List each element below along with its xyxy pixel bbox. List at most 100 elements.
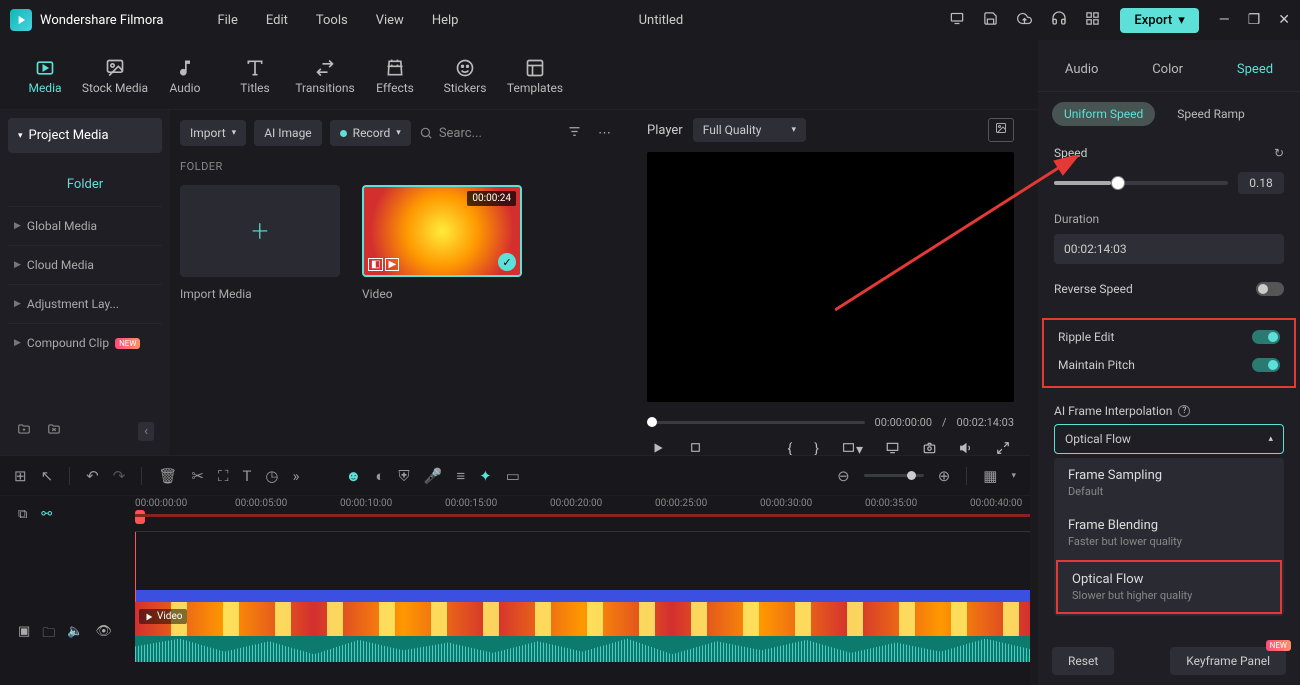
track-video-icon[interactable]: ▣ — [18, 624, 30, 662]
new-folder-icon[interactable] — [16, 422, 32, 441]
import-media-thumb[interactable]: + — [180, 185, 340, 277]
grid-icon[interactable] — [1085, 11, 1100, 30]
interpolation-select[interactable]: Optical Flow ▴ — [1054, 424, 1284, 454]
props-tab-color[interactable]: Color — [1144, 58, 1191, 81]
duration-field[interactable]: 00:02:14:03 — [1054, 234, 1284, 264]
mic-icon[interactable]: 🎤 — [424, 467, 443, 485]
props-tab-speed[interactable]: Speed — [1229, 58, 1281, 81]
maximize-button[interactable]: ❐ — [1248, 12, 1261, 28]
shield-icon[interactable]: ⛨ — [398, 467, 409, 485]
save-icon[interactable] — [983, 11, 998, 30]
sidebar-item-adjustment-layer[interactable]: ▶Adjustment Lay... — [8, 284, 162, 323]
info-icon[interactable]: ? — [1178, 405, 1190, 417]
cut-icon[interactable]: ✂ — [191, 467, 204, 485]
import-button[interactable]: Import▾ — [180, 120, 246, 146]
tl-chevron-icon[interactable]: ▾ — [1011, 471, 1016, 481]
timeline-ruler[interactable]: 00:00:00:00 00:00:05:00 00:00:10:00 00:0… — [135, 496, 1030, 532]
reset-speed-icon[interactable]: ↻ — [1274, 146, 1284, 160]
maintain-pitch-toggle[interactable] — [1252, 358, 1280, 372]
undo-icon[interactable]: ↶ — [86, 467, 99, 485]
collapse-icon[interactable]: ‹ — [138, 422, 154, 441]
zoom-in-icon[interactable]: ⊕ — [938, 467, 951, 485]
menu-view[interactable]: View — [362, 13, 418, 28]
ripple-edit-toggle[interactable] — [1252, 330, 1280, 344]
speed-value[interactable]: 0.18 — [1238, 172, 1284, 194]
keyframe-panel-button[interactable]: Keyframe Panel NEW — [1170, 647, 1286, 675]
redo-icon[interactable]: ↷ — [113, 467, 126, 485]
zoom-out-icon[interactable]: ⊖ — [837, 467, 850, 485]
tl-cursor-icon[interactable]: ↖ — [41, 467, 54, 485]
adjust-icon[interactable]: ≡ — [456, 467, 465, 485]
cloud-icon[interactable] — [1016, 11, 1033, 30]
layout-icon[interactable]: ▦ — [983, 467, 997, 485]
playhead[interactable] — [135, 510, 145, 524]
tab-templates[interactable]: Templates — [500, 55, 570, 95]
video-thumb[interactable]: 00:00:24 ◧▶ ✓ — [362, 185, 522, 277]
dropdown-item-optical-flow[interactable]: Optical Flow Slower but higher quality — [1056, 560, 1282, 614]
timeline-tracks[interactable]: Video — [135, 532, 1030, 662]
zoom-slider[interactable] — [864, 474, 924, 477]
track-mute-icon[interactable]: 🔈 — [67, 624, 83, 662]
marker-icon[interactable]: ✦ — [479, 467, 492, 485]
quality-select[interactable]: Full Quality ▾ — [693, 118, 806, 142]
close-button[interactable]: ✕ — [1278, 12, 1290, 28]
tab-stickers[interactable]: Stickers — [430, 55, 500, 95]
minimize-button[interactable]: — — [1219, 12, 1230, 28]
speed-slider[interactable] — [1054, 181, 1228, 185]
timeline-audio-clip[interactable] — [135, 636, 1030, 662]
crop-icon[interactable]: ⛶ — [218, 467, 229, 485]
sidebar-item-cloud-media[interactable]: ▶Cloud Media — [8, 245, 162, 284]
props-tab-audio[interactable]: Audio — [1057, 58, 1106, 81]
reset-button[interactable]: Reset — [1052, 647, 1114, 675]
tab-transitions[interactable]: Transitions — [290, 55, 360, 95]
menu-file[interactable]: File — [203, 13, 251, 28]
mask-icon[interactable]: ▭ — [506, 467, 520, 485]
color-tool-icon[interactable]: ◐ — [375, 467, 384, 485]
ai-image-button[interactable]: AI Image — [254, 120, 321, 146]
subtab-speed-ramp[interactable]: Speed Ramp — [1165, 102, 1257, 126]
track-folder-icon[interactable]: 🗀 — [42, 624, 55, 662]
subtab-uniform-speed[interactable]: Uniform Speed — [1052, 102, 1155, 126]
tab-effects[interactable]: Effects — [360, 55, 430, 95]
reverse-speed-toggle[interactable] — [1256, 282, 1284, 296]
tab-stock-media[interactable]: Stock Media — [80, 55, 150, 95]
menu-help[interactable]: Help — [418, 13, 473, 28]
menu-edit[interactable]: Edit — [252, 13, 302, 28]
effects-icon — [360, 55, 430, 81]
folder-tab[interactable]: Folder — [8, 163, 162, 206]
timeline-clip-header[interactable] — [135, 590, 1030, 602]
tl-options-icon[interactable]: ⊞ — [14, 467, 27, 485]
filter-icon[interactable] — [563, 124, 586, 143]
dropdown-item-frame-blending[interactable]: Frame Blending Faster but lower quality — [1054, 508, 1284, 558]
chevron-right-icon: ▶ — [14, 338, 21, 348]
project-media-button[interactable]: ▾ Project Media — [8, 118, 162, 153]
export-button[interactable]: Export ▾ — [1120, 8, 1198, 33]
menu-tools[interactable]: Tools — [302, 13, 362, 28]
sidebar-item-compound-clip[interactable]: ▶Compound ClipNEW — [8, 323, 162, 362]
tab-media[interactable]: Media — [10, 55, 80, 95]
link-icon[interactable]: ⚯ — [41, 507, 52, 522]
duplicate-icon[interactable]: ⧉ — [18, 507, 27, 522]
preview-scrubber[interactable] — [647, 421, 865, 424]
ruler-tick: 00:00:40:00 — [970, 498, 1022, 509]
timeline-video-clip[interactable]: Video — [135, 602, 1030, 636]
tab-audio[interactable]: Audio — [150, 55, 220, 95]
delete-folder-icon[interactable] — [46, 422, 62, 441]
search-input[interactable]: Searc... — [419, 126, 555, 141]
dropdown-item-frame-sampling[interactable]: Frame Sampling Default — [1054, 458, 1284, 508]
more-tool-icon[interactable]: » — [293, 467, 300, 485]
current-time: 00:00:00:00 — [875, 416, 932, 429]
headset-icon[interactable] — [1051, 10, 1067, 30]
speed-tool-icon[interactable]: ◷ — [265, 467, 278, 485]
text-icon[interactable]: T — [242, 467, 251, 485]
record-button[interactable]: Record▾ — [330, 120, 411, 146]
screen-icon[interactable] — [949, 11, 965, 30]
sidebar-item-global-media[interactable]: ▶Global Media — [8, 206, 162, 245]
picture-icon[interactable] — [988, 118, 1014, 142]
track-visible-icon[interactable]: 👁 — [96, 624, 113, 662]
delete-icon[interactable]: 🗑 — [158, 467, 177, 485]
ai-face-icon[interactable]: ☻ — [346, 467, 362, 485]
tab-titles[interactable]: Titles — [220, 55, 290, 95]
more-icon[interactable]: ⋯ — [594, 126, 615, 141]
preview-screen[interactable] — [647, 152, 1014, 402]
